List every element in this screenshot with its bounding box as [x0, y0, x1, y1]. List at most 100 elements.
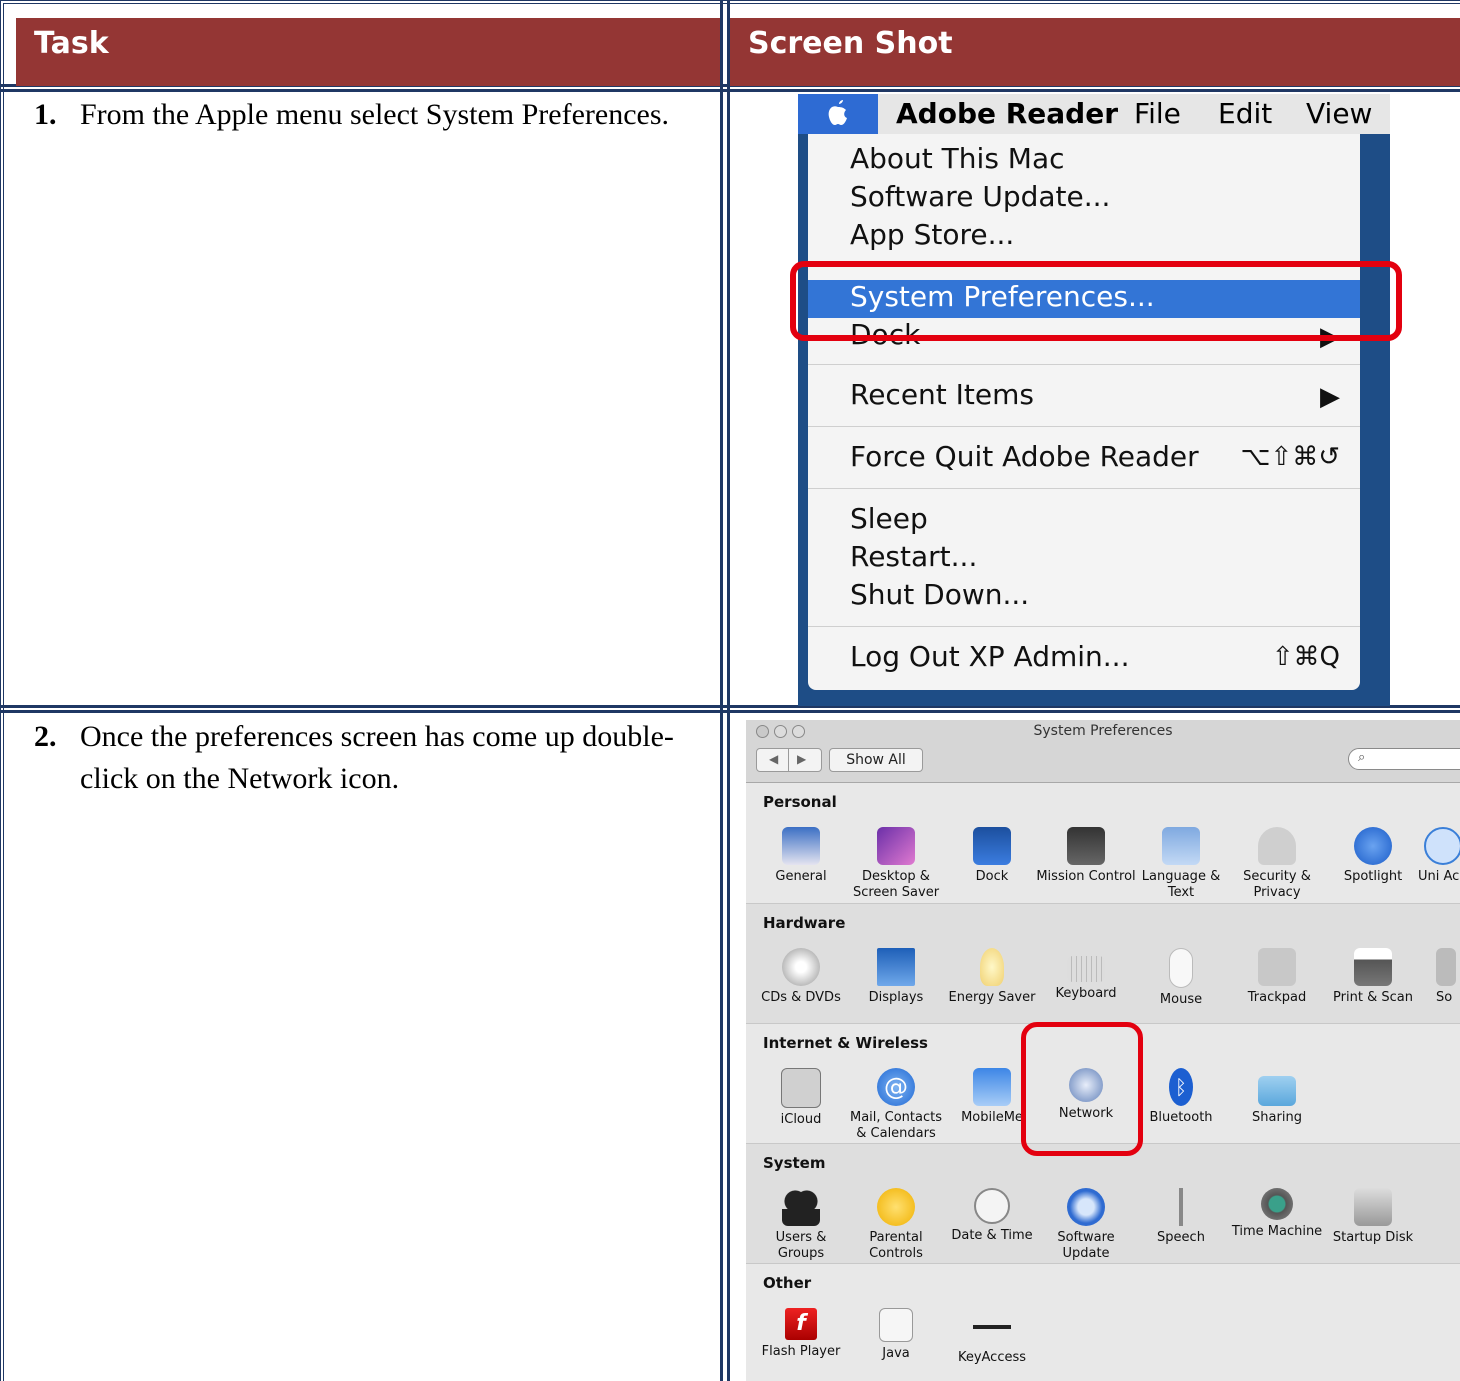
security-icon: [1258, 827, 1296, 865]
key-icon: [973, 1308, 1011, 1346]
submenu-arrow-icon: ▶: [1320, 382, 1340, 412]
pref-general[interactable]: General: [751, 827, 851, 885]
menu-bar: Adobe Reader File Edit View: [798, 94, 1390, 134]
menu-view[interactable]: View: [1306, 97, 1372, 130]
menu-edit[interactable]: Edit: [1218, 97, 1272, 130]
apple-logo-icon: [828, 100, 847, 125]
cloud-icon: [781, 1068, 821, 1108]
pref-universal-access[interactable]: Uni Ac: [1418, 827, 1460, 885]
speaker-icon: [1436, 948, 1456, 986]
menu-file[interactable]: File: [1134, 97, 1181, 130]
users-icon: [782, 1188, 820, 1226]
folder-icon: [1258, 1076, 1296, 1106]
pref-mail-contacts[interactable]: @ Mail, Contacts & Calendars: [846, 1068, 946, 1142]
menu-item-shut-down[interactable]: Shut Down...: [850, 578, 1029, 611]
log-out-shortcut: ⇧⌘Q: [1271, 642, 1340, 672]
menu-item-restart[interactable]: Restart...: [850, 540, 977, 573]
menu-item-recent-items[interactable]: Recent Items: [850, 378, 1034, 411]
section-other: Other f Flash Player Java KeyAccess: [746, 1263, 1460, 1381]
pref-spotlight[interactable]: Spotlight: [1323, 827, 1423, 885]
pref-users-groups[interactable]: Users & Groups: [751, 1188, 851, 1262]
window-toolbar: System Preferences ◀ ▶ Show All ⌕: [746, 720, 1460, 783]
pref-trackpad[interactable]: Trackpad: [1227, 948, 1327, 1006]
back-arrow-icon[interactable]: ◀: [769, 752, 778, 766]
pref-parental-controls[interactable]: Parental Controls: [846, 1188, 946, 1262]
pref-displays[interactable]: Displays: [846, 948, 946, 1006]
window-title: System Preferences: [1033, 723, 1173, 739]
flash-icon: f: [785, 1308, 817, 1340]
pref-mission-control[interactable]: Mission Control: [1036, 827, 1136, 885]
menu-item-app-store[interactable]: App Store...: [850, 218, 1014, 251]
pref-speech[interactable]: Speech: [1131, 1188, 1231, 1246]
pref-cds-dvds[interactable]: CDs & DVDs: [751, 948, 851, 1006]
section-personal: Personal General Desktop & Screen Saver …: [746, 783, 1460, 903]
at-sign-icon: @: [877, 1068, 915, 1106]
section-system: System Users & Groups Parental Controls …: [746, 1143, 1460, 1264]
system-preferences-callout: [790, 261, 1402, 341]
pref-mouse[interactable]: Mouse: [1131, 948, 1231, 1008]
apple-menu-screenshot: Adobe Reader File Edit View About This M…: [798, 94, 1390, 706]
back-forward-buttons[interactable]: ◀ ▶: [756, 748, 822, 772]
general-icon: [782, 827, 820, 865]
spotlight-icon: [1354, 827, 1392, 865]
menu-adobe-reader[interactable]: Adobe Reader: [896, 97, 1118, 130]
pref-icloud[interactable]: iCloud: [751, 1068, 851, 1128]
pref-language[interactable]: Language & Text: [1131, 827, 1231, 901]
pref-date-time[interactable]: Date & Time: [942, 1188, 1042, 1244]
pref-time-machine[interactable]: Time Machine: [1227, 1188, 1327, 1240]
pref-keyboard[interactable]: Keyboard: [1036, 948, 1136, 1002]
desktop-icon: [877, 827, 915, 865]
pref-security[interactable]: Security & Privacy: [1227, 827, 1327, 901]
time-machine-icon: [1261, 1188, 1293, 1220]
trackpad-icon: [1258, 948, 1296, 986]
bulb-icon: [980, 948, 1004, 986]
apple-menu-button[interactable]: [798, 94, 878, 134]
pref-sharing[interactable]: Sharing: [1227, 1068, 1327, 1126]
pref-java[interactable]: Java: [846, 1308, 946, 1362]
menu-item-software-update[interactable]: Software Update...: [850, 180, 1110, 213]
mobileme-icon: [973, 1068, 1011, 1106]
universal-access-icon: [1424, 827, 1460, 865]
forward-arrow-icon[interactable]: ▶: [797, 752, 806, 766]
printer-icon: [1354, 948, 1392, 986]
pref-sound[interactable]: So: [1436, 948, 1460, 1006]
disc-icon: [782, 948, 820, 986]
search-icon: ⌕: [1358, 750, 1366, 765]
pref-keyaccess[interactable]: KeyAccess: [942, 1308, 1042, 1366]
network-callout: [1021, 1022, 1143, 1156]
pref-dock[interactable]: Dock: [942, 827, 1042, 885]
clock-icon: [974, 1188, 1010, 1224]
menu-item-sleep[interactable]: Sleep: [850, 502, 928, 535]
screenshot-header: Screen Shot: [730, 18, 1460, 86]
row-divider: [0, 705, 1460, 713]
pref-flash-player[interactable]: f Flash Player: [751, 1308, 851, 1360]
show-all-button[interactable]: Show All: [829, 748, 923, 772]
pref-print-scan[interactable]: Print & Scan: [1323, 948, 1423, 1006]
bluetooth-icon: ᛒ: [1169, 1068, 1193, 1106]
mission-control-icon: [1067, 827, 1105, 865]
pref-desktop[interactable]: Desktop & Screen Saver: [846, 827, 946, 901]
pref-energy-saver[interactable]: Energy Saver: [942, 948, 1042, 1006]
pref-bluetooth[interactable]: ᛒ Bluetooth: [1131, 1068, 1231, 1126]
java-icon: [879, 1308, 913, 1342]
column-divider: [720, 0, 730, 1381]
menu-item-log-out[interactable]: Log Out XP Admin...: [850, 640, 1129, 673]
dock-icon: [973, 827, 1011, 865]
search-input[interactable]: ⌕: [1348, 748, 1460, 770]
mouse-icon: [1169, 948, 1193, 988]
update-icon: [1067, 1188, 1105, 1226]
pref-startup-disk[interactable]: Startup Disk: [1323, 1188, 1423, 1246]
apple-dropdown: About This Mac Software Update... App St…: [808, 134, 1360, 690]
pref-software-update[interactable]: Software Update: [1036, 1188, 1136, 1262]
display-icon: [877, 948, 915, 986]
parental-icon: [877, 1188, 915, 1226]
force-quit-shortcut: ⌥⇧⌘↺: [1240, 442, 1340, 472]
microphone-icon: [1171, 1188, 1191, 1226]
disk-icon: [1354, 1188, 1392, 1226]
section-hardware: Hardware CDs & DVDs Displays Energy Save…: [746, 903, 1460, 1024]
keyboard-icon: [1067, 956, 1105, 982]
menu-item-force-quit[interactable]: Force Quit Adobe Reader: [850, 440, 1199, 473]
language-icon: [1162, 827, 1200, 865]
menu-item-about[interactable]: About This Mac: [850, 142, 1065, 175]
task-header: Task: [16, 18, 720, 86]
